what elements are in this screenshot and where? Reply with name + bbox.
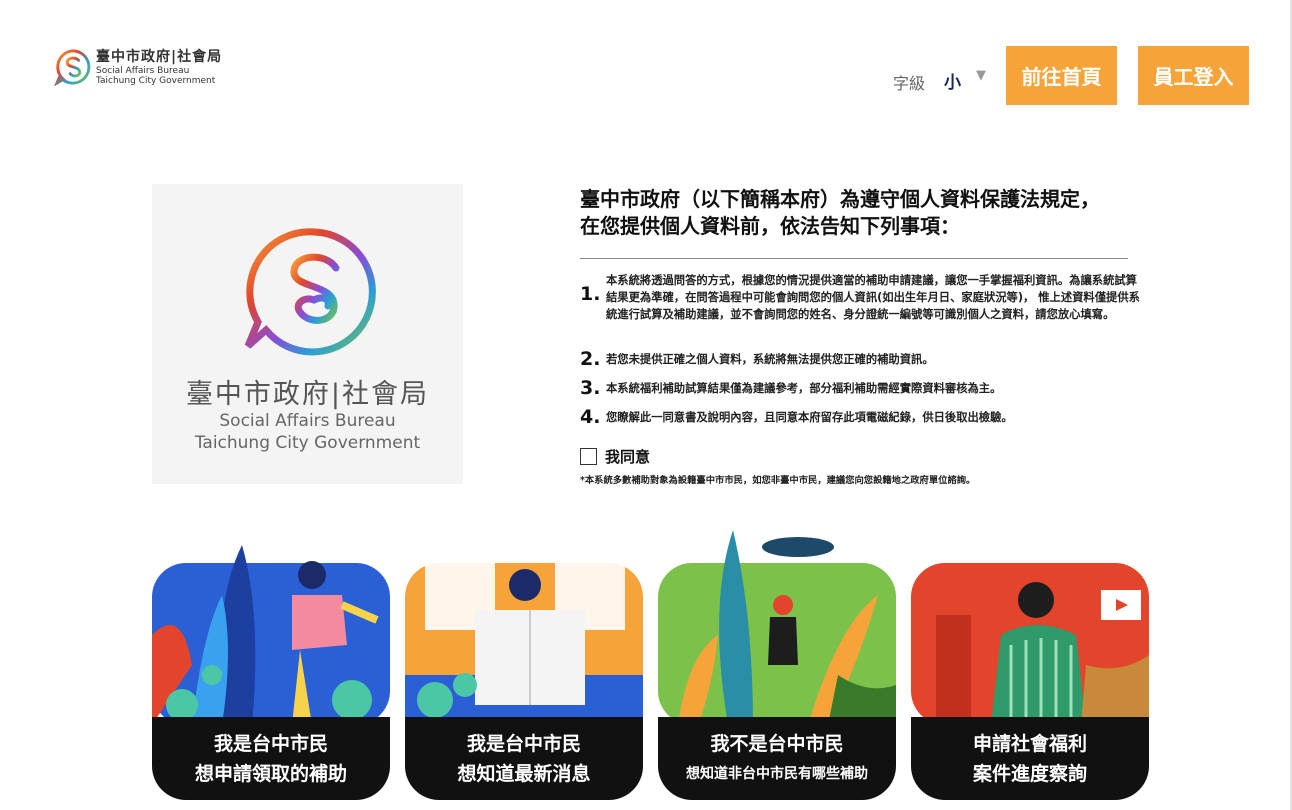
home-button[interactable]: 前往首頁	[1006, 46, 1117, 105]
card-label-line1: 我不是台中市民	[710, 732, 844, 755]
card-non-citizen[interactable]: 我不是台中市民 想知道非台中市民有哪些補助	[658, 525, 896, 800]
notice-item: 4. 您瞭解此一同意書及說明內容，且同意本府留存此項電磁紀錄，供日後取出檢驗。	[580, 407, 1140, 427]
card-label: 我不是台中市民 想知道非台中市民有哪些補助	[658, 717, 896, 800]
card-label: 我是台中市民 想申請領取的補助	[152, 717, 390, 800]
bureau-logo-large-icon	[244, 228, 376, 356]
card-citizen-news[interactable]: 我是台中市民 想知道最新消息	[405, 525, 643, 800]
chevron-down-icon[interactable]: ▼	[976, 68, 986, 83]
card-label: 申請社會福利 案件進度察詢	[911, 717, 1149, 800]
notice-item-text: 若您未提供正確之個人資料，系統將無法提供您正確的補助資訊。	[606, 353, 934, 366]
card-label-line2: 想知道非台中市民有哪些補助	[686, 765, 868, 782]
card-citizen-subsidy[interactable]: 我是台中市民 想申請領取的補助	[152, 525, 390, 800]
notice-title-line2: 在您提供個人資料前，依法告知下列事項：	[580, 214, 960, 238]
agree-checkbox[interactable]	[580, 448, 597, 465]
panel-subtitle: Social Affairs Bureau Taichung City Gove…	[152, 410, 463, 454]
card-illustration	[405, 550, 643, 725]
notice-item-number: 2.	[580, 348, 601, 370]
notice-item: 3. 本系統福利補助試算結果僅為建議參考，部分福利補助需經實際資料審核為主。	[580, 378, 1140, 398]
card-label: 我是台中市民 想知道最新消息	[405, 717, 643, 800]
card-label-line2: 想申請領取的補助	[194, 762, 347, 785]
card-case-progress[interactable]: 申請社會福利 案件進度察詢	[911, 525, 1149, 800]
notice-title-line1: 臺中市政府（以下簡稱本府）為遵守個人資料保護法規定，	[580, 187, 1100, 211]
divider	[580, 258, 1128, 259]
card-illustration	[152, 545, 390, 725]
notice-item: 2. 若您未提供正確之個人資料，系統將無法提供您正確的補助資訊。	[580, 349, 1140, 369]
panel-subtitle-line1: Social Affairs Bureau	[219, 411, 396, 431]
card-label-line1: 我是台中市民	[213, 732, 328, 755]
notice-title: 臺中市政府（以下簡稱本府）為遵守個人資料保護法規定， 在您提供個人資料前，依法告…	[580, 186, 1140, 240]
card-label-line1: 申請社會福利	[972, 732, 1087, 755]
card-label-line2: 案件進度察詢	[972, 762, 1087, 785]
card-illustration	[911, 563, 1149, 725]
logo-title: 臺中市政府|社會局	[96, 49, 223, 65]
agree-checkbox-row[interactable]: 我同意	[580, 446, 650, 467]
logo-subtitle-line1: Social Affairs Bureau	[96, 66, 190, 76]
font-size-select[interactable]: 小	[944, 68, 961, 93]
panel-title: 臺中市政府|社會局	[185, 379, 430, 410]
notice-item-number: 4.	[580, 406, 601, 428]
panel-subtitle-line2: Taichung City Government	[194, 433, 421, 453]
card-illustration	[658, 530, 896, 725]
notice-item-number: 3.	[580, 377, 601, 399]
notice-item-text: 本系統將透過問答的方式，根據您的情況提供適當的補助申請建議，讓您一手掌握福利資訊…	[606, 274, 1140, 321]
bureau-logo-icon	[54, 49, 91, 86]
font-size-label: 字級	[893, 74, 926, 93]
notice-item-text: 本系統福利補助試算結果僅為建議參考，部分福利補助需經實際資料審核為主。	[606, 382, 1002, 395]
notice-item-number: 1.	[580, 283, 601, 305]
bureau-logo[interactable]: 臺中市政府|社會局 Social Affairs Bureau Taichung…	[54, 46, 244, 90]
card-label-line2: 想知道最新消息	[457, 762, 591, 785]
footnote: *本系統多數補助對象為設籍臺中市市民，如您非臺中市民，建議您向您設籍地之政府單位…	[580, 475, 976, 486]
logo-subtitle-line2: Taichung City Government	[96, 76, 216, 86]
staff-login-button[interactable]: 員工登入	[1138, 46, 1249, 105]
card-label-line1: 我是台中市民	[466, 732, 581, 755]
bureau-logo-panel: 臺中市政府|社會局 Social Affairs Bureau Taichung…	[152, 184, 463, 484]
logo-subtitle: Social Affairs Bureau Taichung City Gove…	[96, 66, 215, 86]
notice-item: 1. 本系統將透過問答的方式，根據您的情況提供適當的補助申請建議，讓您一手掌握福…	[580, 272, 1140, 323]
agree-label[interactable]: 我同意	[605, 446, 650, 467]
notice-item-text: 您瞭解此一同意書及說明內容，且同意本府留存此項電磁紀錄，供日後取出檢驗。	[606, 411, 1013, 424]
